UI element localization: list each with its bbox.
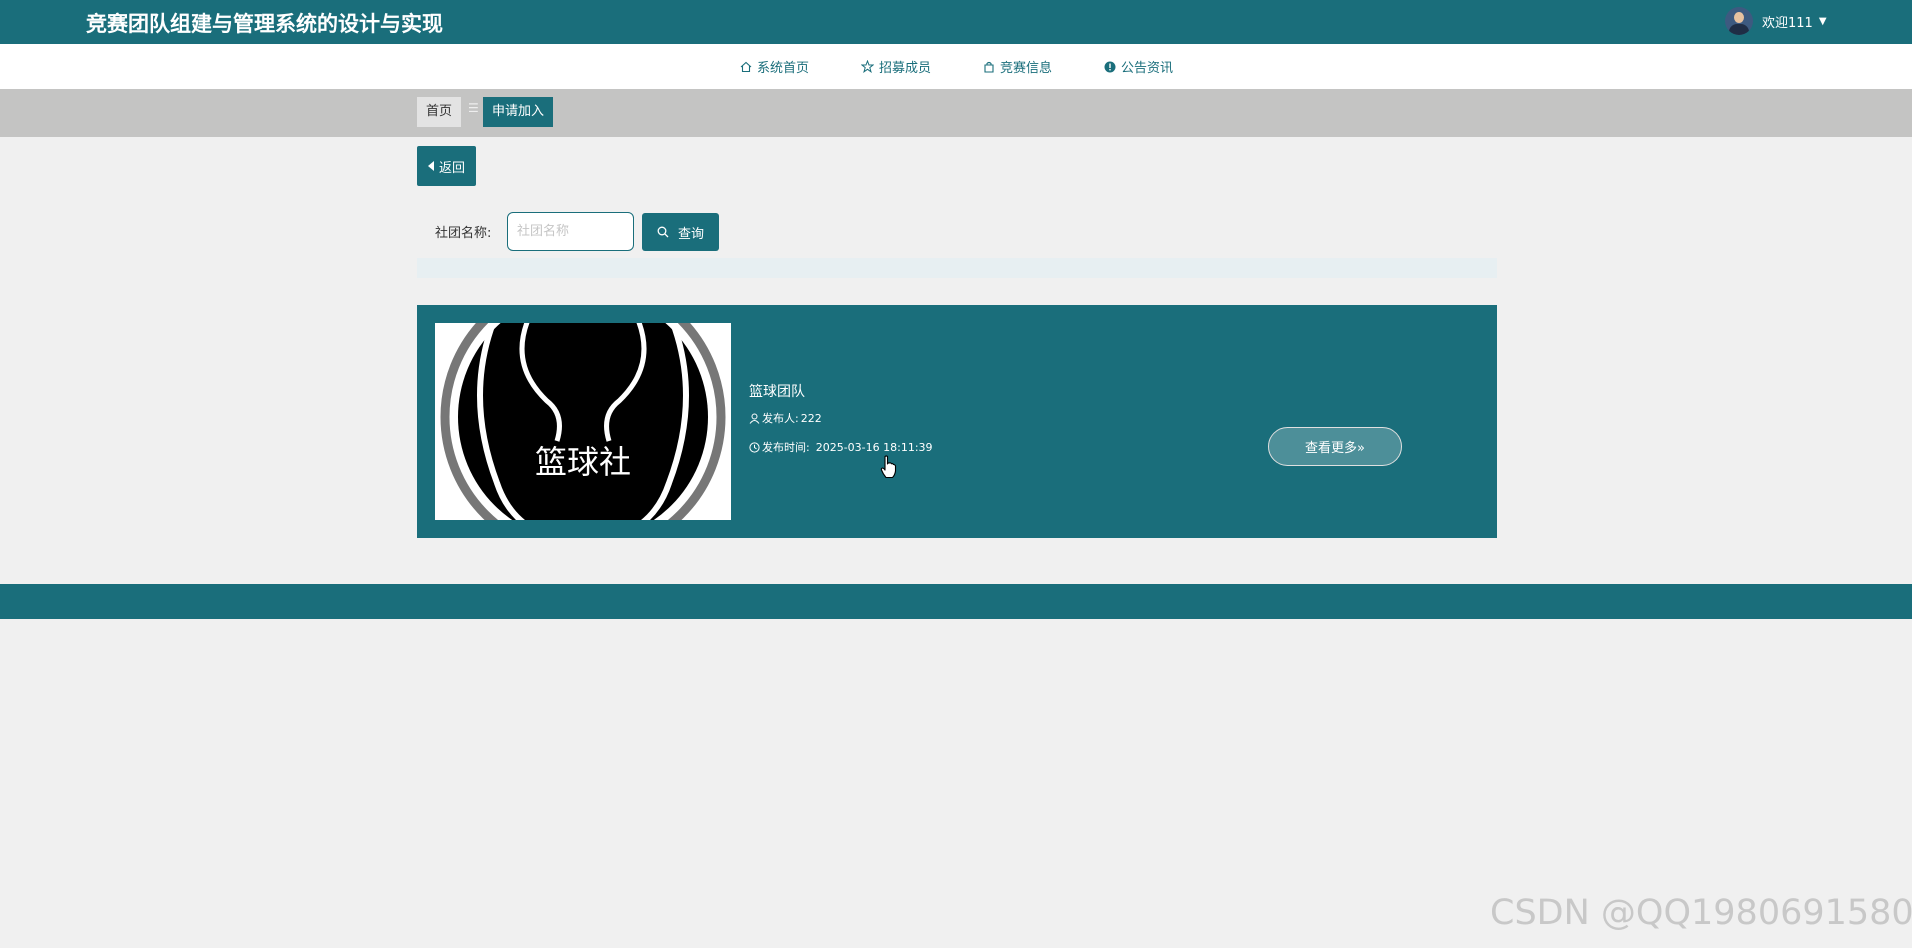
nav-item-competition[interactable]: 竞赛信息: [983, 57, 1052, 76]
nav-item-label: 竞赛信息: [1000, 61, 1053, 76]
back-button[interactable]: 返回: [417, 146, 476, 186]
view-more-button[interactable]: 查看更多»: [1268, 427, 1402, 466]
nav-item-label: 招募成员: [879, 61, 932, 76]
hand-cursor-icon: [880, 455, 897, 479]
breadcrumb-current: 申请加入: [483, 97, 554, 127]
breadcrumb-separator-icon: ☰: [468, 101, 479, 115]
welcome-text[interactable]: 欢迎111: [1762, 12, 1813, 31]
clock-icon: [749, 441, 760, 453]
avatar[interactable]: [1725, 7, 1753, 35]
user-menu[interactable]: 欢迎111 ▼: [1725, 5, 1827, 37]
search-button[interactable]: 查询: [642, 213, 719, 251]
card-title[interactable]: 篮球团队: [749, 381, 805, 401]
logo-text: 篮球社: [535, 443, 631, 481]
team-image[interactable]: 篮球社: [435, 323, 731, 520]
search-input[interactable]: [507, 212, 634, 251]
star-icon: [861, 60, 875, 73]
time-label: 发布时间:: [762, 441, 810, 454]
time-value: 2025-03-16 18:11:39: [815, 440, 933, 454]
caret-left-icon: [427, 161, 434, 171]
nav-item-news[interactable]: 公告资讯: [1104, 57, 1173, 76]
basketball-club-logo: 篮球社: [435, 323, 731, 520]
breadcrumb-home[interactable]: 首页: [417, 97, 462, 127]
back-label: 返回: [438, 160, 465, 176]
home-icon: [740, 61, 752, 72]
top-header: 竞赛团队组建与管理系统的设计与实现 欢迎111 ▼: [0, 0, 1912, 44]
breadcrumb: 首页 ☰ 申请加入: [0, 89, 1912, 137]
card-time: 发布时间: 2025-03-16 18:11:39: [749, 439, 933, 455]
search-label: 社团名称:: [435, 226, 492, 241]
footer: [0, 584, 1912, 619]
bag-icon: [984, 61, 994, 73]
watermark: CSDN @QQ1980691580: [1490, 893, 1912, 933]
filter-strip: [417, 258, 1497, 278]
caret-down-icon[interactable]: ▼: [1819, 16, 1827, 27]
publisher-label: 发布人:: [762, 412, 799, 425]
nav-item-recruit[interactable]: 招募成员: [861, 57, 931, 76]
main-nav: 系统首页 招募成员 竞赛信息 公告资讯: [0, 44, 1912, 89]
info-icon: [1104, 61, 1116, 72]
card-publisher: 发布人: 222: [749, 410, 822, 426]
search-icon: [657, 226, 669, 238]
nav-item-home[interactable]: 系统首页: [740, 57, 809, 76]
site-title: 竞赛团队组建与管理系统的设计与实现: [86, 12, 443, 36]
publisher-value: 222: [800, 411, 822, 425]
nav-item-label: 公告资讯: [1121, 61, 1174, 76]
search-button-label: 查询: [677, 226, 704, 242]
team-card: 篮球社 篮球团队 发布人: 222 发布时间: 2025-03-16 18:11…: [417, 305, 1497, 538]
nav-item-label: 系统首页: [757, 61, 810, 76]
user-icon: [749, 413, 760, 424]
